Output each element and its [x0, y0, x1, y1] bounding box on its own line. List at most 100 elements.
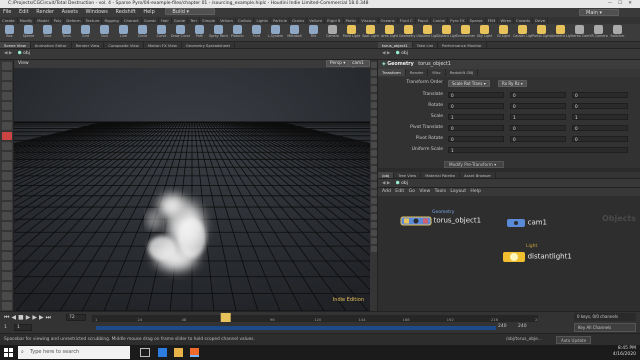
- network-menu-layout[interactable]: Layout: [450, 189, 466, 194]
- shelf-tool[interactable]: Ambient Light: [551, 24, 570, 41]
- display-option-button[interactable]: [370, 206, 377, 212]
- tab-performance-monitor[interactable]: Performance Monitor: [438, 42, 487, 48]
- display-option-button[interactable]: [370, 70, 377, 76]
- frame-cursor[interactable]: [220, 313, 231, 322]
- param-field[interactable]: 0: [448, 92, 504, 98]
- param-field[interactable]: 0: [572, 136, 628, 142]
- tab-geometry-spreadsheet[interactable]: Geometry Spreadsheet: [182, 42, 235, 48]
- shelf-tab[interactable]: Crowds: [514, 17, 533, 24]
- stop-icon[interactable]: ■: [18, 314, 26, 321]
- build-desktop-dropdown[interactable]: Build ▾: [165, 8, 216, 15]
- param-tab-redshift-obj[interactable]: Redshift OBJ: [446, 69, 479, 76]
- display-option-button[interactable]: [370, 86, 377, 92]
- tab-render-view[interactable]: Render View: [72, 42, 105, 48]
- tab-motion-fx-view[interactable]: Motion FX View: [144, 42, 182, 48]
- shelf-tool[interactable]: GI Light: [494, 24, 513, 41]
- viewport-tool-button[interactable]: [1, 232, 12, 240]
- viewport-tool-button[interactable]: [1, 262, 12, 270]
- tab-take-list[interactable]: Take List: [413, 42, 439, 48]
- shelf-tab[interactable]: Charact: [122, 17, 142, 24]
- display-option-button[interactable]: [370, 150, 377, 156]
- viewport-tool-button[interactable]: [1, 212, 12, 220]
- menu-file[interactable]: File: [3, 9, 11, 15]
- shelf-tool[interactable]: Spray Paint: [209, 24, 228, 41]
- tab-asset-browser[interactable]: Asset Browser: [460, 172, 496, 178]
- shelf-tab[interactable]: Drive: [533, 17, 549, 24]
- shelf-tab[interactable]: Wires: [498, 17, 514, 24]
- network-menu-tools[interactable]: Tools: [435, 189, 446, 194]
- node-cam1[interactable]: cam1: [506, 217, 547, 229]
- param-field[interactable]: 0: [448, 136, 504, 142]
- shelf-tab[interactable]: Vellum: [218, 17, 236, 24]
- shelf-tab[interactable]: Popul: [416, 17, 431, 24]
- tab-tree-view[interactable]: Tree View: [394, 172, 422, 178]
- shelf-tool[interactable]: Sphere: [19, 24, 38, 41]
- shelf-tab[interactable]: Constr: [142, 17, 160, 24]
- shelf-tool[interactable]: Volume Light: [418, 24, 437, 41]
- tab-obj-network[interactable]: /obj: [378, 172, 395, 178]
- viewport-tool-button[interactable]: [1, 152, 12, 160]
- viewport-tool-button[interactable]: [1, 72, 12, 80]
- shelf-tool[interactable]: Tube: [38, 24, 57, 41]
- shelf-tool[interactable]: Grid: [76, 24, 95, 41]
- modify-pre-transform-dropdown[interactable]: Modify Pre-Transform ▾: [444, 161, 504, 168]
- shelf-tool[interactable]: Area Light: [380, 24, 399, 41]
- param-field[interactable]: 0: [572, 92, 628, 98]
- menu-edit[interactable]: Edit: [19, 9, 29, 15]
- display-option-button[interactable]: [370, 222, 377, 228]
- viewport-tool-button[interactable]: [1, 222, 12, 230]
- shelf-tab[interactable]: Sparse: [468, 17, 486, 24]
- tab-scene-view[interactable]: Scene View: [0, 42, 31, 48]
- shelf-tab[interactable]: Guide: [172, 17, 189, 24]
- file-explorer-icon[interactable]: [174, 348, 183, 357]
- menu-assets[interactable]: Assets: [62, 9, 78, 15]
- shelf-tool[interactable]: L-System: [266, 24, 285, 41]
- viewport-tool-button[interactable]: [1, 102, 12, 110]
- shelf-tool[interactable]: Metaball: [285, 24, 304, 41]
- right-path-label[interactable]: obj: [401, 51, 408, 56]
- shelf-tab[interactable]: Fluid C: [398, 17, 416, 24]
- viewport-tool-button[interactable]: [1, 272, 12, 280]
- tab-composite-view[interactable]: Composite View: [104, 42, 144, 48]
- shelf-tab[interactable]: Poly: [52, 17, 65, 24]
- viewport-tool-button[interactable]: [1, 82, 12, 90]
- network-menu-view[interactable]: View: [419, 189, 430, 194]
- viewport-tool-button[interactable]: [1, 192, 12, 200]
- viewport-tool-button[interactable]: [1, 172, 12, 180]
- network-path-label[interactable]: obj: [401, 181, 408, 186]
- shelf-tab[interactable]: Texture: [84, 17, 103, 24]
- jump-end-icon[interactable]: ⏭: [46, 314, 53, 321]
- display-option-button[interactable]: [370, 214, 377, 220]
- display-option-button[interactable]: [370, 246, 377, 252]
- frame-ruler[interactable]: 124487296120144168192216240: [92, 312, 538, 324]
- param-field[interactable]: 1: [510, 114, 566, 120]
- shelf-tool[interactable]: Curve: [152, 24, 171, 41]
- main-dropdown[interactable]: Main ▾: [579, 9, 619, 16]
- shelf-tool[interactable]: Distant Light: [437, 24, 456, 41]
- houdini-taskbar-icon[interactable]: [190, 348, 199, 357]
- shelf-tool[interactable]: Torus: [57, 24, 76, 41]
- display-option-button[interactable]: [370, 230, 377, 236]
- display-option-button[interactable]: [370, 62, 377, 68]
- param-field[interactable]: 1: [448, 114, 504, 120]
- shelf-tool[interactable]: Switcher: [608, 24, 627, 41]
- menu-help[interactable]: Help: [143, 9, 154, 15]
- auto-update-button[interactable]: Auto Update: [556, 336, 592, 344]
- start-frame-field[interactable]: 1: [14, 324, 32, 331]
- shelf-tab[interactable]: Contai: [431, 17, 449, 24]
- scene-viewport[interactable]: Indie Edition: [14, 68, 370, 311]
- taskbar-search-input[interactable]: ⌕ Type here to search: [18, 346, 130, 359]
- viewport-tool-button[interactable]: [1, 112, 12, 120]
- nav-arrows-icon[interactable]: ◀ ▶: [382, 51, 390, 56]
- param-field[interactable]: 0: [448, 103, 504, 109]
- shelf-tool[interactable]: Geometry Light: [399, 24, 418, 41]
- shelf-tab[interactable]: Viscous: [359, 17, 379, 24]
- shelf-tool[interactable]: Draw Curve: [171, 24, 190, 41]
- network-menu-help[interactable]: Help: [470, 189, 480, 194]
- shelf-tab[interactable]: Pyro FX: [448, 17, 468, 24]
- param-tab-transform[interactable]: Transform: [378, 69, 406, 76]
- end-frame-field-2[interactable]: 240: [518, 324, 534, 331]
- param-field[interactable]: 0: [510, 103, 566, 109]
- task-view-icon[interactable]: [140, 348, 150, 357]
- menu-windows[interactable]: Windows: [86, 9, 108, 15]
